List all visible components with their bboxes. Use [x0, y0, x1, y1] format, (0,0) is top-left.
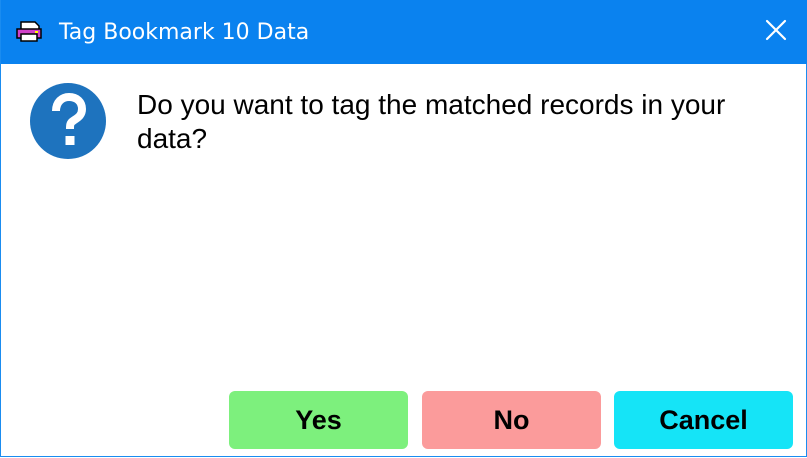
cancel-button[interactable]: Cancel [614, 391, 793, 449]
close-icon [765, 19, 787, 46]
window-title: Tag Bookmark 10 Data [59, 20, 310, 45]
title-bar[interactable]: Tag Bookmark 10 Data [1, 0, 807, 64]
no-button[interactable]: No [422, 391, 601, 449]
close-button[interactable] [744, 0, 807, 64]
cancel-button-label: Cancel [659, 404, 748, 435]
yes-button[interactable]: Yes [229, 391, 408, 449]
dialog-message: Do you want to tag the matched records i… [137, 89, 726, 154]
no-button-label: No [493, 404, 530, 435]
printer-icon [15, 20, 43, 42]
question-icon [29, 82, 107, 160]
dialog-window: Tag Bookmark 10 Data Do you want to tag … [0, 0, 807, 457]
yes-button-label: Yes [295, 404, 342, 435]
